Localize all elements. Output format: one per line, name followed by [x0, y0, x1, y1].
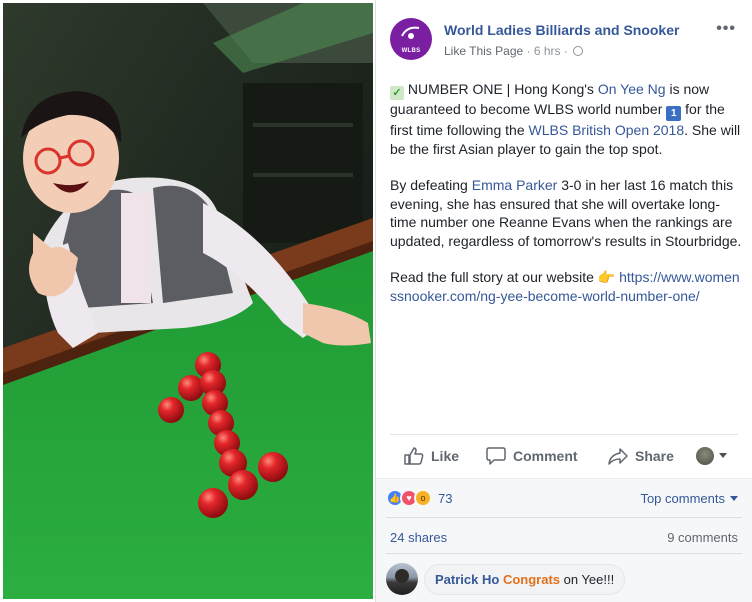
emma-parker-link[interactable]: Emma Parker — [472, 177, 558, 193]
viewer-avatar — [696, 446, 714, 465]
snooker-player-photo — [3, 3, 373, 599]
shares-count[interactable]: 24 shares — [390, 530, 447, 545]
post-paragraph-1: ✓ NUMBER ONE | Hong Kong's On Yee Ng is … — [390, 81, 741, 157]
post-paragraph-2: By defeating Emma Parker 3-0 in her last… — [390, 177, 742, 249]
on-yee-ng-link[interactable]: On Yee Ng — [598, 81, 666, 97]
post-photo[interactable] — [3, 3, 373, 599]
caret-down-icon — [730, 496, 738, 501]
post-meta: Like This Page · 6 hrs · — [444, 44, 584, 58]
reactions-summary[interactable]: 👍 ♥ o 73 — [386, 489, 452, 507]
post-as-selector[interactable] — [696, 446, 727, 465]
caret-down-icon — [719, 453, 727, 458]
check-mark-icon: ✓ — [390, 86, 404, 100]
post-panel: WLBS World Ladies Billiards and Snooker … — [375, 0, 752, 602]
top-comments-dropdown[interactable]: Top comments — [640, 491, 738, 506]
avatar-abbreviation: WLBS — [401, 48, 421, 54]
comment-button[interactable]: Comment — [486, 446, 578, 465]
post-actions-bar: Like Comment Share — [390, 434, 738, 476]
share-arrow-icon — [608, 447, 628, 465]
globe-icon — [573, 46, 584, 56]
share-button[interactable]: Share — [608, 447, 674, 465]
comment-highlight: Congrats — [502, 571, 560, 587]
comment-label: Comment — [513, 447, 578, 464]
comments-count[interactable]: 9 comments — [667, 530, 738, 545]
comment-text: on Yee!!! — [560, 571, 615, 587]
post-paragraph-3: Read the full story at our website 👉 htt… — [390, 269, 740, 304]
speech-bubble-icon — [486, 446, 506, 465]
post-header: WLBS World Ladies Billiards and Snooker … — [390, 16, 742, 66]
post-body: ✓ NUMBER ONE | Hong Kong's On Yee Ng is … — [390, 80, 746, 323]
keycap-one-icon: 1 — [666, 106, 682, 121]
like-label: Like — [431, 447, 460, 464]
thumbs-up-icon — [404, 446, 424, 465]
share-label: Share — [635, 447, 674, 464]
page-avatar[interactable]: WLBS — [390, 18, 432, 60]
pointing-hand-icon: 👉 — [597, 269, 616, 285]
reaction-count: 73 — [438, 490, 453, 506]
page-name-link[interactable]: World Ladies Billiards and Snooker — [444, 22, 679, 38]
divider — [386, 553, 742, 554]
wow-reaction-icon: o — [414, 489, 432, 507]
divider — [386, 517, 742, 518]
feedback-section: 👍 ♥ o 73 Top comments 24 shares 9 commen… — [376, 478, 752, 602]
comment-bubble: Patrick Ho Congrats on Yee!!! — [424, 563, 626, 595]
commenter-name-link[interactable]: Patrick Ho — [435, 572, 499, 587]
more-options-button[interactable]: ••• — [716, 20, 736, 38]
wlbs-british-open-link[interactable]: WLBS British Open 2018 — [529, 122, 685, 138]
like-button[interactable]: Like — [404, 446, 460, 465]
post-time[interactable]: 6 hrs — [534, 44, 561, 58]
comment-item: Patrick Ho Congrats on Yee!!! — [386, 563, 626, 595]
commenter-avatar[interactable] — [386, 563, 418, 595]
wlbs-logo-icon — [401, 26, 420, 39]
like-page-link[interactable]: Like This Page — [444, 44, 523, 58]
